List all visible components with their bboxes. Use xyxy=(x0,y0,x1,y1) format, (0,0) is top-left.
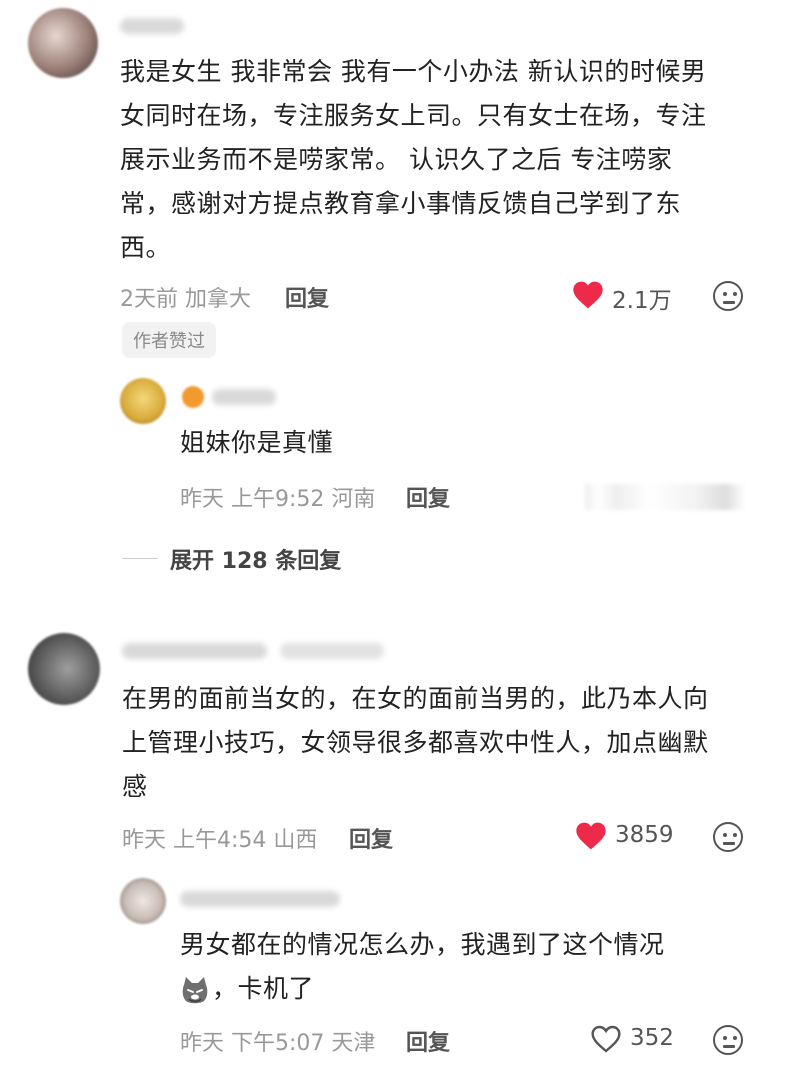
author-liked-badge: 作者赞过 xyxy=(122,322,216,358)
username-blurred[interactable] xyxy=(120,18,184,34)
reply-text-line: ，卡机了 xyxy=(180,967,760,1011)
reply-button[interactable]: 回复 xyxy=(349,822,393,854)
user-tag-blurred xyxy=(280,643,384,659)
avatar[interactable] xyxy=(28,8,98,78)
comment-time-location: 2天前 加拿大 xyxy=(120,287,251,312)
comment-text-line: 在男的面前当女的，在女的面前当男的，此乃本人向 xyxy=(122,684,709,713)
reply-button[interactable]: 回复 xyxy=(406,1025,450,1057)
reply-time-location: 昨天 下午5:07 天津 xyxy=(180,1031,376,1056)
like-count: 2.1万 xyxy=(612,288,672,314)
like-button[interactable]: 3859 xyxy=(575,821,675,853)
reply-text-tail: ，卡机了 xyxy=(212,974,315,1003)
expand-replies-button[interactable]: 展开 128 条回复 xyxy=(170,543,341,575)
username-blurred[interactable] xyxy=(180,891,340,907)
emoji-face-icon[interactable] xyxy=(713,822,743,852)
emoji-face-icon[interactable] xyxy=(713,281,743,311)
user-badge-icon xyxy=(182,386,204,408)
comment-text-line: 常，感谢对方提点教育拿小事情反馈自己学到了东 xyxy=(120,189,682,218)
comment-text-line: 感 xyxy=(122,772,148,801)
avatar[interactable] xyxy=(28,633,100,705)
heart-filled-icon xyxy=(573,281,603,309)
like-button[interactable]: 2.1万 xyxy=(572,280,672,314)
username-blurred[interactable] xyxy=(212,389,276,405)
divider xyxy=(122,558,158,559)
reply-time-location: 昨天 上午9:52 河南 xyxy=(180,487,376,512)
comment-text-line: 上管理小技巧，女领导很多都喜欢中性人，加点幽默 xyxy=(122,728,709,757)
comment-text-line: 展示业务而不是唠家常。 认识久了之后 专注唠家 xyxy=(120,145,673,174)
comment-text: 我是女生 我非常会 我有一个小办法 新认识的时候男 女同时在场，专注服务女上司。… xyxy=(120,50,760,270)
comment-text: 在男的面前当女的，在女的面前当男的，此乃本人向 上管理小技巧，女领导很多都喜欢中… xyxy=(122,677,762,809)
heart-filled-icon xyxy=(576,822,606,850)
username-blurred[interactable] xyxy=(122,643,267,659)
emoji-face-icon[interactable] xyxy=(713,1025,743,1055)
reply-text: 男女都在的情况怎么办，我遇到了这个情况 ，卡机了 xyxy=(180,923,760,1011)
comment-text-line: 我是女生 我非常会 我有一个小办法 新认识的时候男 xyxy=(120,57,707,86)
like-count: 3859 xyxy=(615,822,674,848)
avatar[interactable] xyxy=(120,878,166,924)
cat-emoji-icon xyxy=(180,975,210,1005)
like-count: 352 xyxy=(630,1025,674,1051)
heart-outline-icon xyxy=(591,1025,621,1053)
comment-text-line: 女同时在场，专注服务女上司。只有女士在场，专注 xyxy=(120,101,707,130)
avatar[interactable] xyxy=(120,378,166,424)
blurred-action-icons xyxy=(585,484,745,510)
reply-button[interactable]: 回复 xyxy=(285,281,329,313)
reply-text: 姐妹你是真懂 xyxy=(180,428,334,457)
like-button[interactable]: 352 xyxy=(590,1024,680,1056)
comment-text-line: 西。 xyxy=(120,233,172,262)
reply-text-line: 男女都在的情况怎么办，我遇到了这个情况 xyxy=(180,930,665,959)
comment-time-location: 昨天 上午4:54 山西 xyxy=(122,828,318,853)
reply-button[interactable]: 回复 xyxy=(406,481,450,513)
